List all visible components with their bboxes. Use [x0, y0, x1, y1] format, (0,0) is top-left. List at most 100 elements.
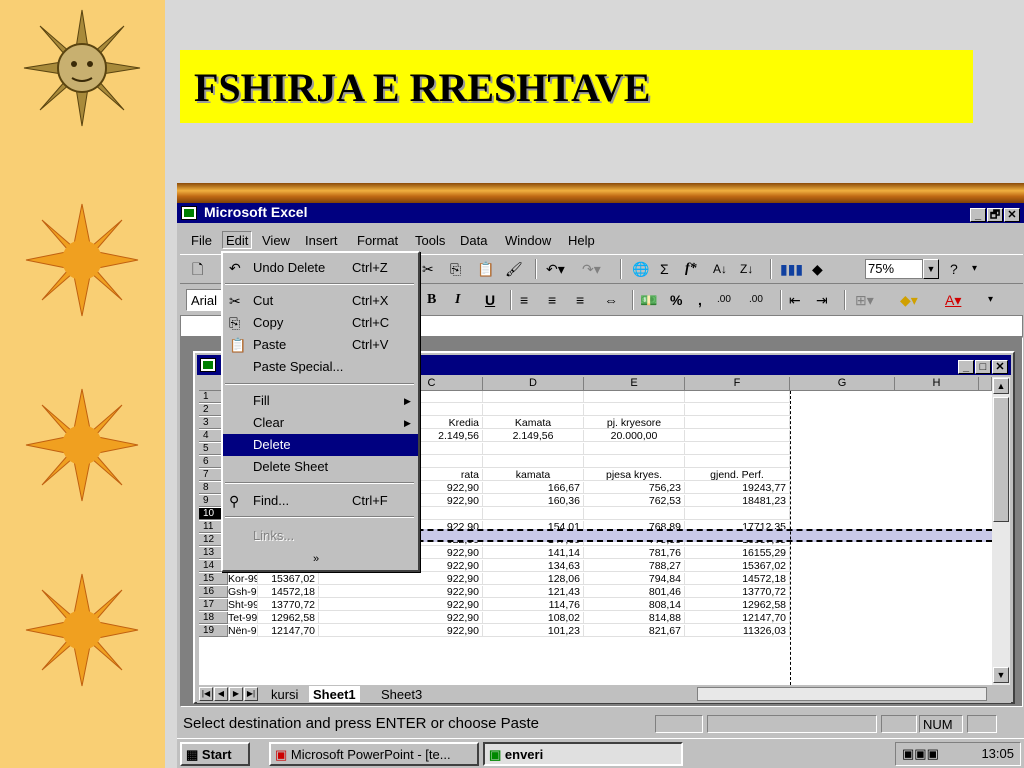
cell[interactable]: Kamata [483, 417, 584, 429]
menu-data[interactable]: Data [460, 233, 487, 248]
wb-minimize-button[interactable]: _ [958, 360, 974, 374]
col-header-d[interactable]: D [483, 377, 584, 391]
cell[interactable]: 801,46 [584, 586, 685, 598]
taskbar-powerpoint[interactable]: ▣ Microsoft PowerPoint - [te... [269, 742, 479, 766]
row-header[interactable]: 19 [199, 625, 228, 637]
cell[interactable] [584, 443, 685, 455]
cell[interactable]: Gsh-99 [228, 586, 258, 598]
cell[interactable]: 121,43 [483, 586, 584, 598]
vertical-scrollbar[interactable]: ▲ ▼ [992, 377, 1010, 685]
zoom-select[interactable]: 75% [865, 259, 923, 279]
format-painter-icon[interactable]: 🖌 [505, 261, 523, 277]
cell[interactable]: 19243,77 [685, 482, 790, 494]
cut-icon[interactable]: ✂ [422, 261, 434, 277]
align-left-icon[interactable]: ≡ [520, 292, 528, 308]
cell[interactable]: gjend. Perf. [685, 469, 790, 481]
chevron-down-icon[interactable]: ▾ [972, 261, 977, 277]
cell[interactable] [483, 391, 584, 403]
cell[interactable]: 12962,58 [258, 612, 319, 624]
cell[interactable]: 18481,23 [685, 495, 790, 507]
cell[interactable]: 808,14 [584, 599, 685, 611]
cell[interactable]: Sht-99 [228, 599, 258, 611]
menu-item-fill[interactable]: Fill ▶ [223, 390, 418, 412]
menu-view[interactable]: View [262, 233, 290, 248]
cell[interactable] [685, 456, 790, 468]
redo-icon[interactable]: ↷▾ [582, 261, 601, 277]
cell[interactable] [584, 508, 685, 520]
cell[interactable]: 15367,02 [258, 573, 319, 585]
cell[interactable]: 922,90 [319, 573, 483, 585]
cell[interactable]: 794,84 [584, 573, 685, 585]
cell[interactable] [685, 391, 790, 403]
bold-button[interactable]: B [427, 292, 436, 308]
cell[interactable]: 12147,70 [258, 625, 319, 637]
menu-item-delete-sheet[interactable]: Delete Sheet [223, 456, 418, 478]
row-header[interactable]: 17 [199, 599, 228, 611]
cell[interactable]: 922,90 [319, 586, 483, 598]
cell[interactable] [483, 508, 584, 520]
tab-sheet1[interactable]: Sheet1 [309, 686, 360, 702]
col-header-g[interactable]: G [790, 377, 895, 391]
row-header[interactable]: 16 [199, 586, 228, 598]
cell[interactable]: 762,53 [584, 495, 685, 507]
cell[interactable]: 788,27 [584, 560, 685, 572]
cell[interactable]: 12962,58 [685, 599, 790, 611]
cell[interactable]: 128,06 [483, 573, 584, 585]
cell[interactable] [584, 391, 685, 403]
menu-item-paste-special[interactable]: Paste Special... [223, 356, 418, 378]
cell[interactable]: 114,76 [483, 599, 584, 611]
cell[interactable]: kamata [483, 469, 584, 481]
menu-expand-chevron[interactable]: » [223, 548, 418, 570]
menu-edit[interactable]: Edit [222, 231, 253, 249]
row-header[interactable]: 18 [199, 612, 228, 624]
sort-descending-icon[interactable]: Z↓ [740, 261, 753, 277]
paste-icon[interactable]: 📋 [477, 261, 494, 277]
cell[interactable]: 15367,02 [685, 560, 790, 572]
cell[interactable]: 14572,18 [258, 586, 319, 598]
menu-item-paste[interactable]: 📋 Paste Ctrl+V [223, 334, 418, 356]
cell[interactable] [483, 456, 584, 468]
tray-icons[interactable]: ▣▣▣ [902, 746, 939, 762]
menu-item-find[interactable]: ⚲ Find... Ctrl+F [223, 490, 418, 512]
cell[interactable]: 922,90 [319, 612, 483, 624]
prev-sheet-icon[interactable]: ◀ [214, 687, 228, 701]
cell[interactable] [685, 430, 790, 442]
cell[interactable] [685, 508, 790, 520]
drawing-icon[interactable]: ◆ [812, 261, 823, 277]
scroll-up-icon[interactable]: ▲ [993, 378, 1009, 394]
cell[interactable]: 821,67 [584, 625, 685, 637]
row-header[interactable]: 15 [199, 573, 228, 585]
cell[interactable]: 2.149,56 [483, 430, 584, 442]
col-header-h[interactable]: H [895, 377, 979, 391]
col-header-e[interactable]: E [584, 377, 685, 391]
help-icon[interactable]: ? [950, 261, 958, 277]
col-header-i[interactable] [979, 377, 992, 391]
scroll-thumb[interactable] [993, 397, 1009, 522]
cell[interactable] [685, 443, 790, 455]
title-bar[interactable]: Microsoft Excel _ 🗗 ✕ [177, 203, 1024, 223]
close-button[interactable]: ✕ [1004, 208, 1020, 222]
menu-insert[interactable]: Insert [305, 233, 338, 248]
cell[interactable]: 141,14 [483, 547, 584, 559]
cell[interactable]: 101,23 [483, 625, 584, 637]
cell[interactable]: 781,76 [584, 547, 685, 559]
minimize-button[interactable]: _ [970, 208, 986, 222]
cell[interactable]: 13770,72 [685, 586, 790, 598]
chevron-down-icon[interactable]: ▾ [988, 292, 993, 308]
align-center-icon[interactable]: ≡ [548, 292, 556, 308]
cell[interactable] [685, 417, 790, 429]
cell[interactable]: 756,23 [584, 482, 685, 494]
align-right-icon[interactable]: ≡ [576, 292, 584, 308]
cell[interactable]: pjesa kryes. [584, 469, 685, 481]
borders-icon[interactable]: ⊞▾ [855, 292, 874, 308]
cell[interactable]: 13770,72 [258, 599, 319, 611]
cell[interactable]: 20.000,00 [584, 430, 685, 442]
wb-maximize-button[interactable]: □ [975, 360, 991, 374]
cell[interactable]: 11326,03 [685, 625, 790, 637]
cell[interactable]: Kor-99 [228, 573, 258, 585]
sort-ascending-icon[interactable]: A↓ [713, 261, 727, 277]
percent-button[interactable]: % [670, 292, 682, 308]
menu-item-links[interactable]: Links... [223, 525, 418, 547]
menu-help[interactable]: Help [568, 233, 595, 248]
chart-wizard-icon[interactable]: ▮▮▮ [780, 261, 803, 277]
